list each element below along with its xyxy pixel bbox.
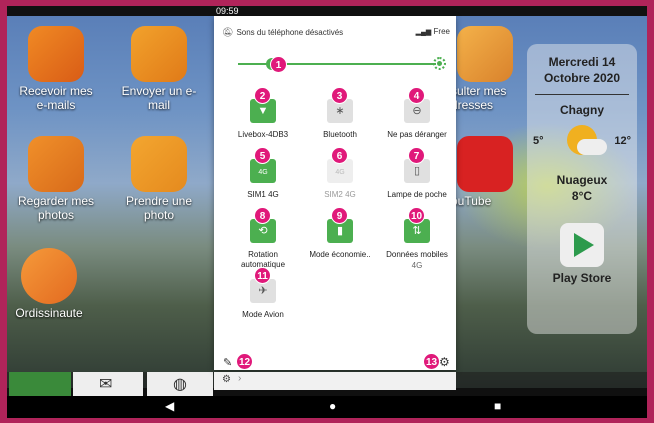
mobile-data-icon: ⇅ [412, 225, 422, 237]
quick-tile-sublabel: 4G [411, 261, 423, 270]
quick-settings-panel: 🔕︎ Sons du téléphone désactivés ▂▄▆ Free … [214, 16, 456, 370]
callout-badge: 6 [331, 147, 348, 164]
rotation-icon: ⟲ [258, 225, 268, 237]
mute-icon: 🔕︎ [222, 27, 234, 37]
airplane-icon: ✈ [258, 285, 268, 297]
ordissinaute-icon [21, 248, 77, 304]
callout-badge: 12 [236, 353, 253, 370]
camera-icon [131, 136, 187, 192]
temp-min: 5° [533, 135, 544, 147]
carrier-status: ▂▄▆ Free [416, 27, 450, 36]
callout-badge: 8 [254, 207, 271, 224]
bluetooth-icon: ∗ [335, 105, 345, 117]
app-camera[interactable]: Prendre une photo [119, 136, 199, 222]
signal-icon: ▂▄▆ [415, 29, 432, 36]
sound-status: 🔕︎ Sons du téléphone désactivés [222, 27, 343, 38]
back-icon[interactable]: ◀ [165, 399, 174, 413]
callout-badge: 1 [270, 56, 287, 73]
app-address-book[interactable]: sulter mes dresses [451, 26, 521, 112]
callout-badge: 7 [408, 147, 425, 164]
dock-item-web[interactable]: ◍ [147, 372, 213, 396]
partly-cloudy-icon [567, 125, 607, 155]
chevron-icon: › [238, 373, 242, 384]
home-icon[interactable]: ● [329, 399, 336, 413]
sim-4g-icon: 4G [258, 169, 268, 176]
widget-divider [535, 94, 629, 95]
temp-max: 12° [614, 135, 631, 147]
quick-tile-label: Ne pas déranger [387, 130, 447, 139]
callout-badge: 2 [254, 87, 271, 104]
callout-badge: 3 [331, 87, 348, 104]
play-store-icon[interactable] [560, 223, 604, 267]
settings-gear-icon[interactable]: ⚙ [439, 355, 450, 369]
app-youtube[interactable]: ouTube [451, 136, 521, 208]
callout-badge: 4 [408, 87, 425, 104]
envelope-icon [28, 26, 84, 82]
tablet-screen: 09:59 Recevoir mes e-mails Envoyer un e-… [7, 6, 647, 418]
dock-item-mail[interactable]: ✉ [73, 372, 143, 396]
app-send-mail[interactable]: Envoyer un e-mail [119, 26, 199, 112]
globe-icon: ◍ [173, 376, 187, 393]
weather-widget[interactable]: Mercredi 14 Octobre 2020 Chagny 5° 12° N… [527, 44, 637, 334]
wifi-icon: ▼ [257, 105, 269, 117]
panel-footer: ⚙ › [214, 372, 456, 390]
app-receive-mail[interactable]: Recevoir mes e-mails [16, 26, 96, 112]
sim-4g-icon: 4G [335, 169, 345, 176]
app-label: Recevoir mes e-mails [19, 84, 93, 112]
date-line1: Mercredi 14 [548, 55, 616, 69]
app-label: ouTube [451, 194, 492, 208]
auto-brightness-icon[interactable] [433, 57, 446, 70]
dock-item-phone[interactable] [9, 372, 71, 396]
gear-icon[interactable]: ⚙ [222, 374, 231, 385]
callout-badge: 13 [423, 353, 440, 370]
quick-tile-label: Lampe de poche [387, 190, 447, 199]
youtube-icon [457, 136, 513, 192]
app-label: Envoyer un e-mail [121, 84, 197, 112]
widget-condition: Nuageux [556, 173, 608, 187]
widget-city: Chagny [559, 103, 604, 117]
callout-badge: 5 [254, 147, 271, 164]
app-photos[interactable]: Regarder mes photos [16, 136, 96, 222]
widget-current-temp: 8°C [571, 189, 593, 203]
status-time: 09:59 [216, 6, 239, 16]
navigation-bar: ◀ ● ■ [7, 396, 647, 418]
photos-icon [28, 136, 84, 192]
sound-status-text: Sons du téléphone désactivés [236, 28, 344, 37]
envelope-icon: ✉ [99, 376, 113, 393]
app-label: Ordissinaute [15, 306, 83, 320]
status-bar: 09:59 [7, 6, 647, 16]
callout-badge: 10 [408, 207, 425, 224]
quick-tile-label: Bluetooth [323, 130, 357, 139]
recents-icon[interactable]: ■ [494, 399, 501, 413]
battery-saver-icon: ▮ [336, 225, 344, 237]
quick-tile-label: Mode économie.. [309, 250, 371, 259]
quick-tile-label: Données mobiles [386, 250, 448, 259]
do-not-disturb-icon: ⊖ [412, 105, 422, 117]
app-label: Regarder mes photos [17, 194, 95, 222]
flashlight-icon: ▯ [413, 165, 421, 177]
play-store-label: Play Store [552, 271, 612, 285]
quick-tile-label: SIM1 4G [247, 190, 279, 199]
callout-badge: 9 [331, 207, 348, 224]
quick-tile-label: Livebox-4DB3 [237, 130, 289, 139]
quick-tile-label: Mode Avion [242, 310, 284, 319]
callout-badge: 11 [254, 267, 271, 284]
widget-date: Mercredi 14 Octobre 2020 [527, 54, 637, 86]
address-book-icon [457, 26, 513, 82]
date-line2: Octobre 2020 [543, 71, 621, 85]
quick-tile-label: SIM2 4G [324, 190, 356, 199]
carrier-name: Free [433, 27, 450, 36]
edit-icon[interactable]: ✎ [223, 356, 232, 369]
app-label: sulter mes dresses [451, 84, 507, 112]
app-ordissinaute[interactable]: Ordissinaute [9, 248, 89, 320]
send-mail-icon [131, 26, 187, 82]
app-label: Prendre une photo [125, 194, 193, 222]
